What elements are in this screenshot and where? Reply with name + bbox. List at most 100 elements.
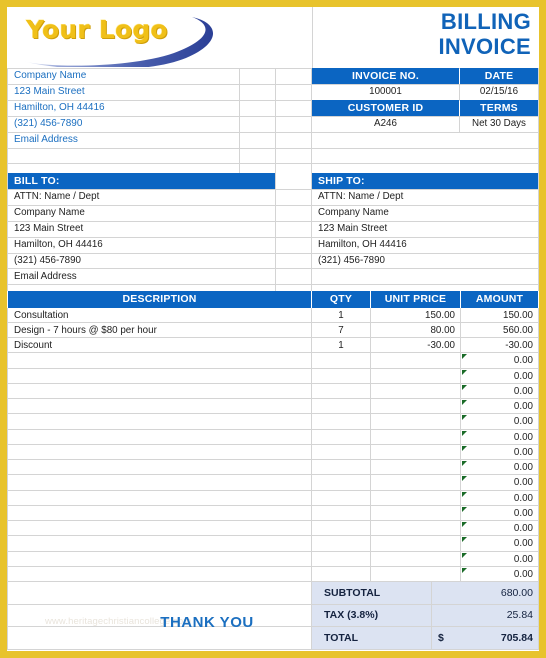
cell-amount[interactable]: -30.00: [461, 338, 538, 353]
cell-qty[interactable]: [312, 384, 370, 399]
table-row[interactable]: 0.00: [7, 414, 539, 430]
cell-description[interactable]: [8, 384, 311, 399]
ship-to-line[interactable]: ATTN: Name / Dept: [312, 189, 538, 205]
table-row[interactable]: 0.00: [7, 521, 539, 537]
cell-description[interactable]: [8, 475, 311, 490]
ship-to-line[interactable]: (321) 456-7890: [312, 253, 538, 269]
cell-amount[interactable]: 0.00: [461, 475, 538, 490]
cell-qty[interactable]: [312, 430, 370, 445]
table-row[interactable]: 0.00: [7, 368, 539, 384]
cell-description[interactable]: [8, 567, 311, 582]
cell-qty[interactable]: 1: [312, 338, 370, 353]
cell-qty[interactable]: [312, 506, 370, 521]
cell-description[interactable]: [8, 491, 311, 506]
cell-qty[interactable]: [312, 567, 370, 582]
table-row[interactable]: 0.00: [7, 490, 539, 506]
invoice-no-value[interactable]: 100001: [312, 84, 459, 100]
cell-unit-price[interactable]: [371, 552, 460, 567]
table-row[interactable]: 0.00: [7, 551, 539, 567]
cell-description[interactable]: [8, 430, 311, 445]
table-row[interactable]: 0.00: [7, 353, 539, 369]
cell-description[interactable]: Design - 7 hours @ $80 per hour: [8, 323, 311, 338]
cell-amount[interactable]: 0.00: [461, 430, 538, 445]
cell-description[interactable]: [8, 521, 311, 536]
cell-amount[interactable]: 0.00: [461, 399, 538, 414]
customer-id-value[interactable]: A246: [312, 116, 459, 132]
cell-amount[interactable]: 0.00: [461, 369, 538, 384]
ship-to-line[interactable]: Hamilton, OH 44416: [312, 237, 538, 253]
table-row[interactable]: 0.00: [7, 399, 539, 415]
ship-to-line[interactable]: Company Name: [312, 205, 538, 221]
cell-description[interactable]: Discount: [8, 338, 311, 353]
cell-amount[interactable]: 150.00: [461, 308, 538, 323]
cell-amount[interactable]: 560.00: [461, 323, 538, 338]
cell-unit-price[interactable]: [371, 521, 460, 536]
cell-description[interactable]: [8, 399, 311, 414]
cell-qty[interactable]: [312, 491, 370, 506]
table-row[interactable]: 0.00: [7, 536, 539, 552]
cell-qty[interactable]: [312, 414, 370, 429]
cell-amount[interactable]: 0.00: [461, 521, 538, 536]
ship-to-line[interactable]: 123 Main Street: [312, 221, 538, 237]
cell-description[interactable]: [8, 460, 311, 475]
cell-qty[interactable]: [312, 521, 370, 536]
cell-unit-price[interactable]: [371, 491, 460, 506]
cell-description[interactable]: [8, 552, 311, 567]
ship-to-line[interactable]: [312, 268, 538, 284]
table-row[interactable]: Design - 7 hours @ $80 per hour 7 80.00 560…: [7, 322, 539, 338]
cell-amount[interactable]: 0.00: [461, 506, 538, 521]
cell-qty[interactable]: [312, 399, 370, 414]
table-row[interactable]: 0.00: [7, 566, 539, 582]
cell-amount[interactable]: 0.00: [461, 552, 538, 567]
cell-amount[interactable]: 0.00: [461, 567, 538, 582]
table-row[interactable]: 0.00: [7, 460, 539, 476]
cell-qty[interactable]: [312, 445, 370, 460]
table-row[interactable]: 0.00: [7, 505, 539, 521]
table-row[interactable]: 0.00: [7, 444, 539, 460]
cell-unit-price[interactable]: [371, 460, 460, 475]
cell-qty[interactable]: 7: [312, 323, 370, 338]
cell-amount[interactable]: 0.00: [461, 460, 538, 475]
cell-amount[interactable]: 0.00: [461, 384, 538, 399]
bill-to-line[interactable]: Email Address: [8, 268, 275, 284]
cell-description[interactable]: [8, 414, 311, 429]
cell-unit-price[interactable]: [371, 445, 460, 460]
cell-amount[interactable]: 0.00: [461, 536, 538, 551]
table-row[interactable]: 0.00: [7, 383, 539, 399]
bill-to-line[interactable]: ATTN: Name / Dept: [8, 189, 275, 205]
cell-amount[interactable]: 0.00: [461, 445, 538, 460]
cell-unit-price[interactable]: [371, 536, 460, 551]
table-row[interactable]: Consultation 1 150.00 150.00: [7, 307, 539, 323]
cell-amount[interactable]: 0.00: [461, 353, 538, 368]
cell-unit-price[interactable]: [371, 414, 460, 429]
cell-unit-price[interactable]: [371, 353, 460, 368]
bill-to-line[interactable]: 123 Main Street: [8, 221, 275, 237]
cell-qty[interactable]: [312, 475, 370, 490]
cell-unit-price[interactable]: -30.00: [371, 338, 460, 353]
cell-description[interactable]: [8, 369, 311, 384]
cell-qty[interactable]: [312, 460, 370, 475]
cell-description[interactable]: [8, 506, 311, 521]
cell-unit-price[interactable]: [371, 399, 460, 414]
cell-description[interactable]: Consultation: [8, 308, 311, 323]
cell-qty[interactable]: [312, 552, 370, 567]
cell-qty[interactable]: 1: [312, 308, 370, 323]
table-row[interactable]: 0.00: [7, 475, 539, 491]
cell-qty[interactable]: [312, 536, 370, 551]
cell-unit-price[interactable]: [371, 384, 460, 399]
cell-qty[interactable]: [312, 353, 370, 368]
cell-unit-price[interactable]: 80.00: [371, 323, 460, 338]
cell-unit-price[interactable]: 150.00: [371, 308, 460, 323]
table-row[interactable]: Discount 1 -30.00 -30.00: [7, 338, 539, 354]
bill-to-line[interactable]: Hamilton, OH 44416: [8, 237, 275, 253]
cell-amount[interactable]: 0.00: [461, 414, 538, 429]
date-value[interactable]: 02/15/16: [460, 84, 538, 100]
cell-amount[interactable]: 0.00: [461, 491, 538, 506]
cell-description[interactable]: [8, 353, 311, 368]
terms-value[interactable]: Net 30 Days: [460, 116, 538, 132]
cell-qty[interactable]: [312, 369, 370, 384]
cell-unit-price[interactable]: [371, 506, 460, 521]
cell-unit-price[interactable]: [371, 369, 460, 384]
cell-unit-price[interactable]: [371, 475, 460, 490]
bill-to-line[interactable]: Company Name: [8, 205, 275, 221]
